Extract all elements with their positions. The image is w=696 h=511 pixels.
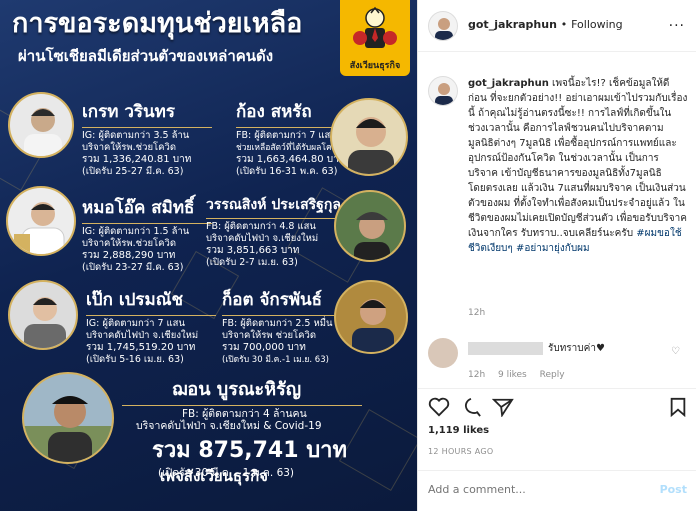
- person-card-peck: เป๊ก เปรมณัช IG: ผู้ติดตามกว่า 7 แสน บริ…: [86, 286, 216, 366]
- person-amount: รวม 1,336,240.81 บาท: [82, 154, 192, 165]
- post-side-panel: got_jakraphun • Following ... got_jakrap…: [417, 0, 696, 511]
- post-caption: got_jakraphun เพจนี้อะไร!? เช็คข้อมูลให้…: [468, 76, 688, 256]
- comment-meta: 12h 9 likes Reply: [468, 370, 575, 380]
- person-name: เกรท วรินทร: [82, 102, 175, 122]
- person-card-great: เกรท วรินทร IG: ผู้ติดตามกว่า 3.5 ล้าน บ…: [82, 98, 212, 178]
- caption-author-avatar[interactable]: [428, 76, 458, 106]
- person-period: (เปิดรับ 30 มี.ค.-1 เม.ย. 63): [222, 355, 329, 365]
- person-followers: FB: ผู้ติดตามกว่า 2.5 หมื่น: [222, 318, 333, 329]
- divider: [222, 315, 352, 316]
- caption-text: เพจนี้อะไร!? เช็คข้อมูลให้ดีก่อน ที่จะยก…: [468, 78, 688, 239]
- poster-subtitle: ผ่านโซเชียลมีเดียส่วนตัวของเหล่าคนดัง: [18, 47, 274, 65]
- share-send-icon[interactable]: [492, 397, 514, 417]
- comment-like-heart-icon[interactable]: ♡: [671, 346, 680, 357]
- divider: [206, 218, 336, 219]
- person-cause: บริจาคดับไฟป่า จ.เชียงใหม่: [206, 233, 319, 244]
- avatar-wannasingh: [334, 190, 406, 262]
- comment-likes[interactable]: 9 likes: [498, 370, 527, 380]
- save-bookmark-icon[interactable]: [669, 397, 687, 417]
- brand-logo-text: สังเวียนธุรกิจ: [349, 61, 401, 71]
- avatar-kong: [330, 98, 408, 176]
- avatar-peck: [8, 280, 78, 350]
- person-name: วรรณสิงห์ ประเสริฐกุล: [206, 197, 341, 213]
- commenter-username-blurred[interactable]: [468, 342, 543, 355]
- brand-logo: สังเวียนธุรกิจ: [340, 0, 410, 76]
- header-user-row: got_jakraphun • Following: [468, 18, 623, 31]
- person-period: (เปิดรับ 5-16 เม.ย. 63): [86, 354, 184, 365]
- featured-followers: FB: ผู้ติดตามกว่า 4 ล้านคน: [182, 408, 307, 420]
- post-image[interactable]: การขอระดมทุนช่วยเหลือ ผ่านโซเชียลมีเดียส…: [0, 0, 417, 511]
- post-age: 12 HOURS AGO: [428, 447, 494, 456]
- person-amount: รวม 1,745,519.20 บาท: [86, 342, 196, 353]
- avatar-sean: [22, 372, 114, 464]
- commenter-avatar[interactable]: [428, 338, 458, 368]
- following-button[interactable]: Following: [571, 18, 623, 31]
- more-options-icon[interactable]: ...: [669, 14, 685, 30]
- person-name: หมอโอ๊ค สมิทธิ์: [82, 198, 195, 218]
- post-header: got_jakraphun • Following ...: [418, 0, 696, 52]
- person-period: (เปิดรับ 23-27 มี.ค. 63): [82, 262, 184, 273]
- person-period: (เปิดรับ 25-27 มี.ค. 63): [82, 166, 184, 177]
- divider: [122, 405, 362, 406]
- person-card-doctor-oak: หมอโอ๊ค สมิทธิ์ IG: ผู้ติดตามกว่า 1.5 ล้…: [82, 194, 212, 274]
- author-avatar[interactable]: [428, 11, 458, 41]
- avatar-great: [8, 92, 74, 158]
- person-amount: รวม 2,888,290 บาท: [82, 250, 176, 261]
- comment-timestamp: 12h: [468, 370, 486, 380]
- featured-name: ฌอน บูรณะหิรัญ: [172, 379, 302, 400]
- person-cause: บริจาคให้รพ ช่วยโควิด: [222, 330, 316, 341]
- divider: [82, 127, 212, 128]
- poster-footer: เพจสังเวียนธุรกิจ: [160, 467, 268, 485]
- comment-reply-button[interactable]: Reply: [540, 370, 565, 380]
- person-cause: บริจาคให้รพ.ช่วยโควิด: [82, 238, 176, 249]
- divider: [82, 223, 212, 224]
- person-card-wannasingh: วรรณสิงห์ ประเสริฐกุล FB: ผู้ติดตามกว่า …: [206, 194, 341, 269]
- like-heart-icon[interactable]: [428, 397, 450, 417]
- comment-bubble-icon[interactable]: [460, 397, 482, 417]
- header-separator: •: [560, 18, 568, 31]
- person-followers: IG: ผู้ติดตามกว่า 1.5 ล้าน: [82, 226, 190, 237]
- avatar-got: [334, 280, 408, 354]
- person-amount: รวม 3,851,663 บาท: [206, 245, 300, 256]
- person-followers: IG: ผู้ติดตามกว่า 3.5 ล้าน: [82, 130, 190, 141]
- caption-username[interactable]: got_jakraphun: [468, 78, 549, 89]
- person-followers: IG: ผู้ติดตามกว่า 7 แสน: [86, 318, 185, 329]
- person-period: (เปิดรับ 2-7 เม.ย. 63): [206, 257, 298, 268]
- likes-count[interactable]: 1,119 likes: [428, 425, 489, 436]
- boxer-mascot-icon: [353, 6, 397, 48]
- person-followers: FB: ผู้ติดตามกว่า 4.8 แสน: [206, 221, 316, 232]
- featured-cause: บริจาคดับไฟป่า จ.เชียงใหม่ & Covid-19: [136, 420, 322, 432]
- person-amount: รวม 700,000 บาท: [222, 342, 306, 353]
- divider: [86, 315, 216, 316]
- caption-timestamp: 12h: [468, 308, 486, 318]
- poster-title: การขอระดมทุนช่วยเหลือ: [12, 8, 303, 39]
- featured-amount: รวม 875,741 บาท: [152, 438, 348, 463]
- person-cause: บริจาคดับไฟป่า จ.เชียงใหม่: [86, 330, 199, 341]
- comment-box: Post: [418, 470, 696, 511]
- person-name: ก็อต จักรพันธ์: [222, 290, 323, 310]
- person-card-got: ก็อต จักรพันธ์ FB: ผู้ติดตามกว่า 2.5 หมื…: [222, 286, 352, 366]
- person-name: เป๊ก เปรมณัช: [86, 290, 184, 310]
- comment-text: รับทราบค่า♥: [548, 343, 605, 354]
- post-comment-button[interactable]: Post: [660, 483, 687, 496]
- comment-input[interactable]: [428, 483, 648, 496]
- author-username[interactable]: got_jakraphun: [468, 18, 557, 31]
- avatar-doctor-oak: [6, 186, 76, 256]
- action-bar: [418, 388, 696, 424]
- person-cause: บริจาคให้รพ.ช่วยโควิด: [82, 142, 176, 153]
